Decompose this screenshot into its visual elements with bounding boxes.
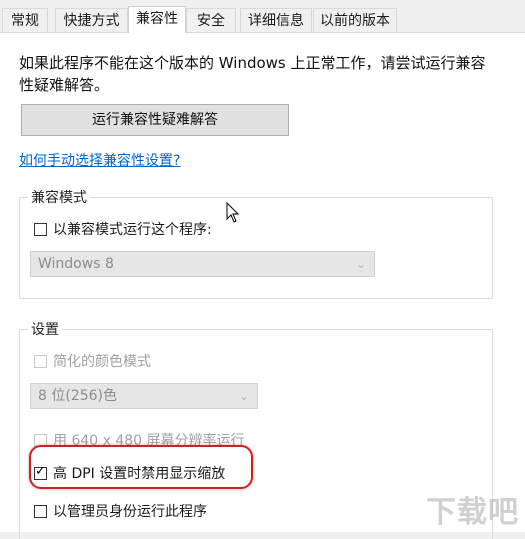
watermark-logo: 下载吧 [426, 495, 519, 530]
tab-security-label: 安全 [197, 13, 225, 29]
run-troubleshooter-button[interactable]: 运行兼容性疑难解答 [21, 104, 289, 136]
run-as-admin-label: 以管理员身份运行此程序 [53, 504, 207, 520]
mouse-cursor-icon [226, 202, 240, 223]
tab-general-label: 常规 [11, 13, 39, 29]
tab-compatibility[interactable]: 兼容性 [128, 6, 186, 33]
tab-strip: 常规 快捷方式 兼容性 安全 详细信息 以前的版本 [0, 0, 525, 33]
tab-shortcut[interactable]: 快捷方式 [55, 8, 128, 32]
compat-mode-checkbox[interactable] [34, 222, 47, 236]
chevron-down-icon: ⌄ [355, 257, 366, 271]
tab-details[interactable]: 详细信息 [240, 8, 312, 32]
tab-previous-versions-label: 以前的版本 [320, 13, 390, 29]
annotation-highlight [29, 445, 253, 489]
tab-details-label: 详细信息 [248, 13, 304, 29]
compat-mode-group: 兼容模式 以兼容模式运行这个程序: Windows 8 ⌄ [19, 187, 493, 299]
chevron-down-icon: ⌄ [238, 389, 249, 403]
compat-mode-checkbox-label: 以兼容模式运行这个程序: [53, 222, 212, 238]
settings-group: 设置 简化的颜色模式 8 位(256)色 ⌄ 用 640 x 480 屏幕分辨率… [19, 319, 493, 539]
tab-security[interactable]: 安全 [186, 8, 236, 32]
tab-previous-versions[interactable]: 以前的版本 [313, 8, 397, 32]
settings-title: 设置 [28, 319, 62, 339]
run-as-admin-checkbox[interactable] [34, 504, 47, 518]
color-depth-select[interactable]: 8 位(256)色 ⌄ [30, 383, 258, 409]
reduced-color-row[interactable]: 简化的颜色模式 [34, 351, 151, 371]
os-version-select[interactable]: Windows 8 ⌄ [30, 251, 375, 277]
compat-mode-checkbox-row[interactable]: 以兼容模式运行这个程序: [34, 219, 212, 239]
manual-settings-link[interactable]: 如何手动选择兼容性设置? [19, 150, 180, 170]
intro-text: 如果此程序不能在这个版本的 Windows 上正常工作，请尝试运行兼容性疑难解答… [19, 54, 486, 94]
compat-mode-title: 兼容模式 [28, 187, 90, 207]
reduced-color-label: 简化的颜色模式 [53, 354, 151, 370]
os-version-value: Windows 8 [38, 256, 114, 272]
tab-compatibility-label: 兼容性 [136, 11, 178, 27]
reduced-color-checkbox[interactable] [34, 354, 47, 368]
tab-shortcut-label: 快捷方式 [63, 13, 120, 29]
tab-general[interactable]: 常规 [2, 8, 48, 32]
run-as-admin-row[interactable]: 以管理员身份运行此程序 [34, 501, 207, 521]
color-depth-value: 8 位(256)色 [38, 388, 118, 404]
